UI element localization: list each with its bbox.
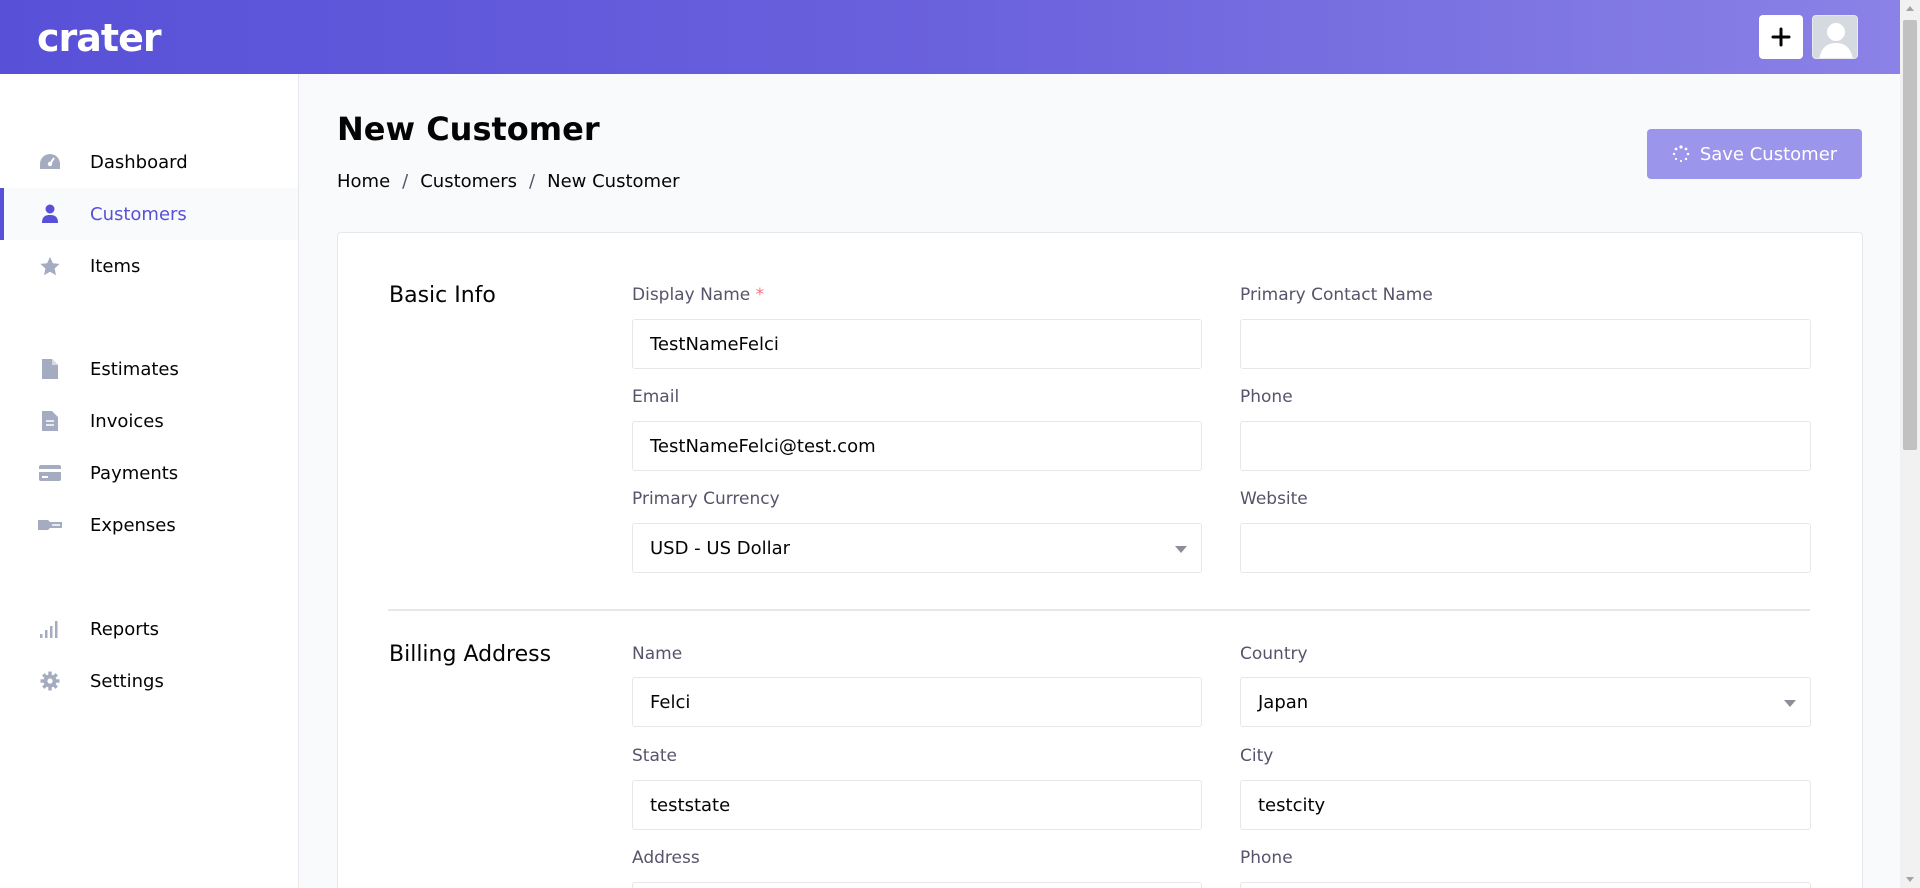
basic-info-title: Basic Info <box>389 283 496 308</box>
user-icon <box>38 202 62 226</box>
credit-card-icon <box>38 461 62 485</box>
page-scrollbar[interactable] <box>1900 0 1920 888</box>
billing-state-input[interactable]: teststate <box>632 780 1202 830</box>
top-navbar: crater <box>0 0 1900 74</box>
customer-form-card: Basic Info Display Name * TestNameFelci … <box>337 232 1863 888</box>
app-logo[interactable]: crater <box>37 16 162 60</box>
star-icon <box>38 254 62 278</box>
billing-phone-label: Phone <box>1240 848 1293 868</box>
sidebar-item-label: Payments <box>90 462 179 484</box>
sidebar-item-label: Dashboard <box>90 151 188 173</box>
spinner-icon <box>1672 145 1690 163</box>
website-label: Website <box>1240 489 1308 509</box>
billing-address-title: Billing Address <box>389 642 552 667</box>
email-label: Email <box>632 387 680 407</box>
breadcrumb-customers[interactable]: Customers <box>420 171 517 192</box>
phone-input[interactable] <box>1240 421 1811 471</box>
phone-label: Phone <box>1240 387 1293 407</box>
billing-name-input[interactable]: Felci <box>632 677 1202 727</box>
sidebar-item-invoices[interactable]: Invoices <box>0 395 298 447</box>
website-input[interactable] <box>1240 523 1811 573</box>
sidebar-item-estimates[interactable]: Estimates <box>0 343 298 395</box>
billing-country-value: Japan <box>1258 691 1309 713</box>
scroll-up-icon[interactable] <box>1906 6 1914 11</box>
primary-currency-value: USD - US Dollar <box>650 537 791 559</box>
sidebar: Dashboard Customers Items Estimates Invo… <box>0 74 299 888</box>
chevron-down-icon <box>1784 700 1796 707</box>
user-avatar-icon <box>1813 16 1857 58</box>
sidebar-item-label: Settings <box>90 670 164 692</box>
sidebar-item-customers[interactable]: Customers <box>0 188 298 240</box>
display-name-label: Display Name * <box>632 285 765 305</box>
primary-currency-label: Primary Currency <box>632 489 780 509</box>
sidebar-item-label: Items <box>90 255 141 277</box>
email-input[interactable]: TestNameFelci@test.com <box>632 421 1202 471</box>
sidebar-item-label: Estimates <box>90 358 179 380</box>
billing-country-select[interactable]: Japan <box>1240 677 1811 727</box>
breadcrumb-separator: / <box>529 171 536 192</box>
gauge-icon <box>38 150 62 174</box>
primary-currency-select[interactable]: USD - US Dollar <box>632 523 1202 573</box>
section-divider <box>388 609 1810 611</box>
chevron-down-icon <box>1175 546 1187 553</box>
user-avatar[interactable] <box>1812 15 1858 59</box>
sidebar-item-dashboard[interactable]: Dashboard <box>0 136 298 188</box>
sidebar-item-label: Reports <box>90 618 160 640</box>
billing-address-input[interactable] <box>632 882 1202 888</box>
billing-city-label: City <box>1240 746 1274 766</box>
breadcrumb-separator: / <box>402 171 409 192</box>
sidebar-item-items[interactable]: Items <box>0 240 298 292</box>
scrollbar-thumb[interactable] <box>1903 20 1917 450</box>
billing-state-label: State <box>632 746 677 766</box>
document-icon <box>38 357 62 381</box>
scroll-down-icon[interactable] <box>1906 877 1914 882</box>
breadcrumb-home[interactable]: Home <box>337 171 390 192</box>
sidebar-item-expenses[interactable]: Expenses <box>0 499 298 551</box>
sidebar-item-settings[interactable]: Settings <box>0 655 298 707</box>
display-name-input[interactable]: TestNameFelci <box>632 319 1202 369</box>
sidebar-item-payments[interactable]: Payments <box>0 447 298 499</box>
breadcrumb-current: New Customer <box>547 171 680 192</box>
page-title: New Customer <box>337 110 600 148</box>
primary-contact-name-input[interactable] <box>1240 319 1811 369</box>
invoice-icon <box>38 409 62 433</box>
sidebar-item-label: Invoices <box>90 410 164 432</box>
billing-phone-input[interactable] <box>1240 882 1811 888</box>
billing-name-label: Name <box>632 644 683 664</box>
primary-contact-name-label: Primary Contact Name <box>1240 285 1433 305</box>
billing-address-label: Address <box>632 848 700 868</box>
sidebar-item-label: Expenses <box>90 514 176 536</box>
sidebar-item-reports[interactable]: Reports <box>0 603 298 655</box>
add-new-button[interactable] <box>1759 15 1803 59</box>
save-customer-button[interactable]: Save Customer <box>1647 129 1862 179</box>
sidebar-item-label: Customers <box>90 203 187 225</box>
bar-signal-icon <box>38 617 62 641</box>
breadcrumb: Home / Customers / New Customer <box>337 171 680 192</box>
save-customer-label: Save Customer <box>1699 143 1838 165</box>
plus-icon <box>1771 27 1791 47</box>
billing-country-label: Country <box>1240 644 1308 664</box>
key-icon <box>38 513 62 537</box>
required-mark: * <box>755 285 765 305</box>
billing-city-input[interactable]: testcity <box>1240 780 1811 830</box>
gear-icon <box>38 669 62 693</box>
